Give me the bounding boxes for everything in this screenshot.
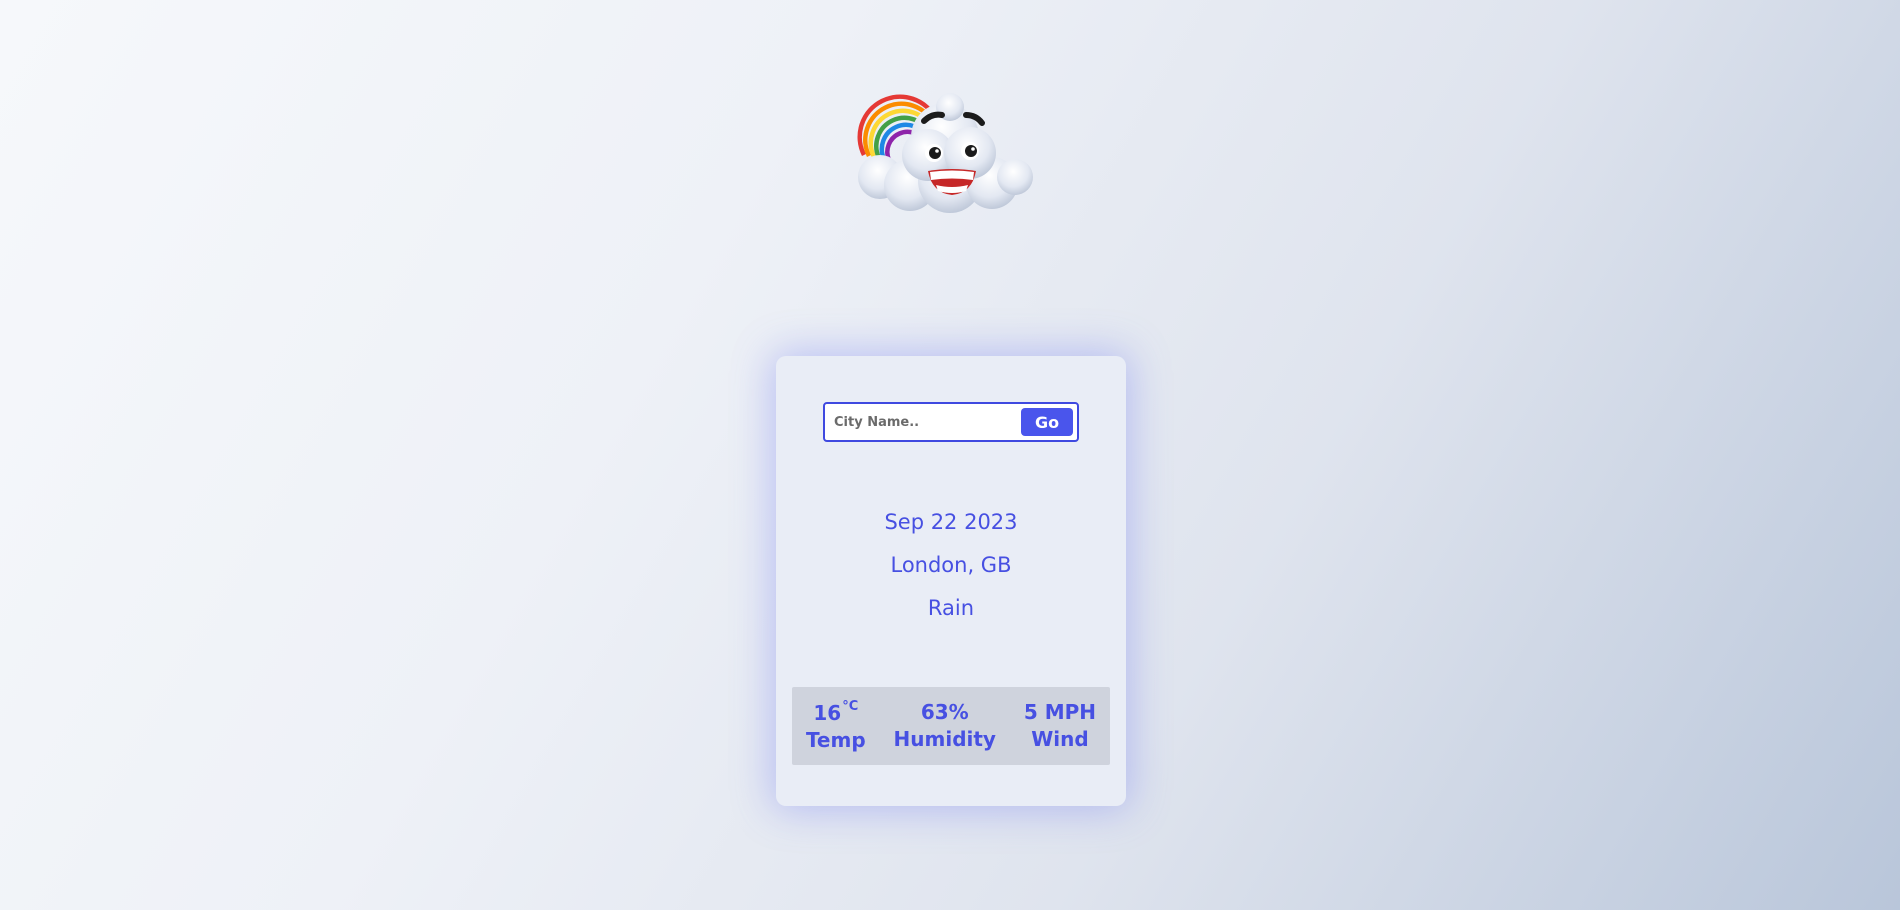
stat-temp-value-wrap: 16°C	[813, 698, 858, 727]
stat-wind-value: 5 MPH	[1023, 700, 1097, 724]
stat-temp-unit: °C	[842, 699, 859, 714]
weather-condition: Rain	[927, 596, 975, 620]
city-search-input[interactable]	[825, 405, 1021, 439]
weather-date: Sep 22 2023	[884, 510, 1018, 534]
weather-location: London, GB	[890, 553, 1012, 577]
cloud-rainbow-logo-icon	[850, 85, 1050, 225]
city-search-bar: Go	[823, 402, 1079, 442]
stat-wind: 5 MPH Wind	[1024, 699, 1096, 753]
weather-card: Go Sep 22 2023 London, GB Rain 16°C Temp…	[776, 356, 1126, 806]
stat-temp: 16°C Temp	[806, 698, 866, 754]
stat-humidity-value: 63%	[920, 700, 969, 724]
stat-humidity-label: Humidity	[893, 727, 996, 751]
stat-humidity: 63% Humidity	[894, 699, 996, 753]
go-button[interactable]: Go	[1021, 408, 1073, 436]
weather-stats-panel: 16°C Temp 63% Humidity 5 MPH Wind	[792, 687, 1110, 765]
stat-temp-label: Temp	[805, 728, 866, 752]
stat-temp-value: 16	[813, 701, 842, 725]
stat-wind-label: Wind	[1031, 727, 1089, 751]
